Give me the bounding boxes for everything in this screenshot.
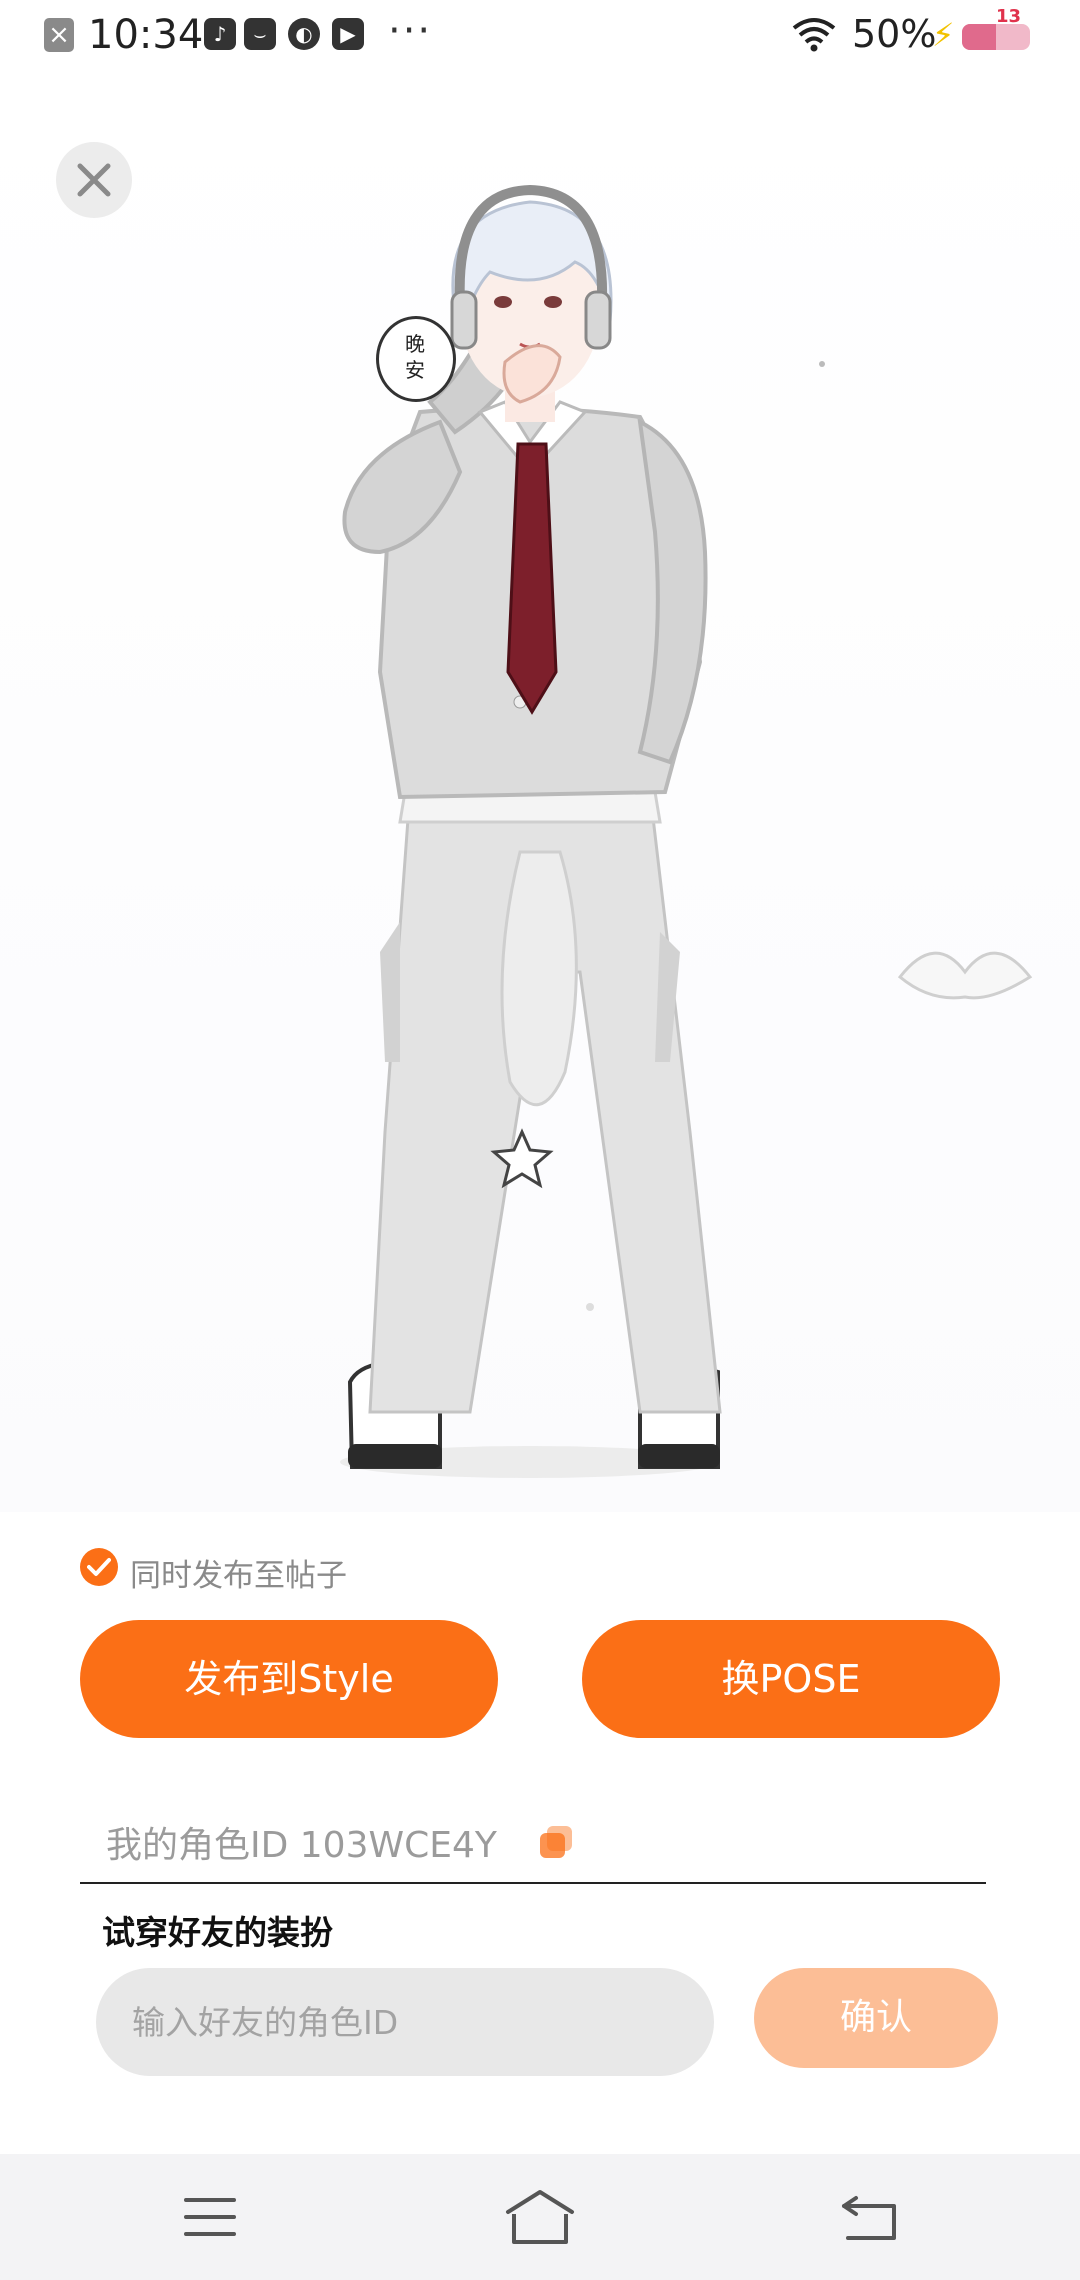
planet-icon: ◐ [288,18,320,50]
notification-badge: 13 [996,6,1022,27]
system-nav-bar [0,2154,1080,2280]
publish-to-style-button[interactable]: 发布到Style [80,1620,498,1738]
close-button[interactable] [56,142,132,218]
app-closed-icon: × [44,18,74,52]
speech-bubble: 晚安 [376,316,456,402]
my-character-id-label: 我的角色ID 103WCE4Y [106,1825,497,1866]
back-icon[interactable] [830,2184,910,2250]
battery-percent: 50% [852,12,937,56]
close-icon [77,163,111,197]
status-time: 10:34 [88,12,204,58]
sync-label: 同时发布至帖子 [130,1558,347,1594]
status-bar: × 10:34 ♪ ⌣ ◐ ▶ ··· 50% ⚡ 13 [0,0,1080,72]
pocket-icon: ⌣ [244,18,276,50]
checkmark-icon [87,1558,111,1576]
status-overflow: ··· [388,8,433,54]
try-on-title: 试穿好友的装扮 [102,1913,333,1952]
charging-icon: ⚡ [932,16,955,54]
battery-fill [962,24,996,50]
battery-icon [962,24,1030,50]
friend-id-input[interactable] [96,1968,714,2076]
copy-icon[interactable] [538,1824,574,1860]
home-icon[interactable] [500,2184,580,2250]
sync-checkbox[interactable] [80,1548,118,1586]
speech-bubble-text: 晚安 [405,332,425,382]
character-preview[interactable]: 晚安 [0,72,1080,1512]
menu-icon[interactable] [170,2184,250,2250]
play-icon: ▶ [332,18,364,50]
change-pose-button[interactable]: 换POSE [582,1620,1000,1738]
confirm-button[interactable]: 确认 [754,1968,998,2068]
character-figure [340,184,1033,1478]
wifi-icon [792,18,836,52]
tiktok-icon: ♪ [204,18,236,50]
my-character-id: 我的角色ID 103WCE4Y [80,1810,986,1884]
